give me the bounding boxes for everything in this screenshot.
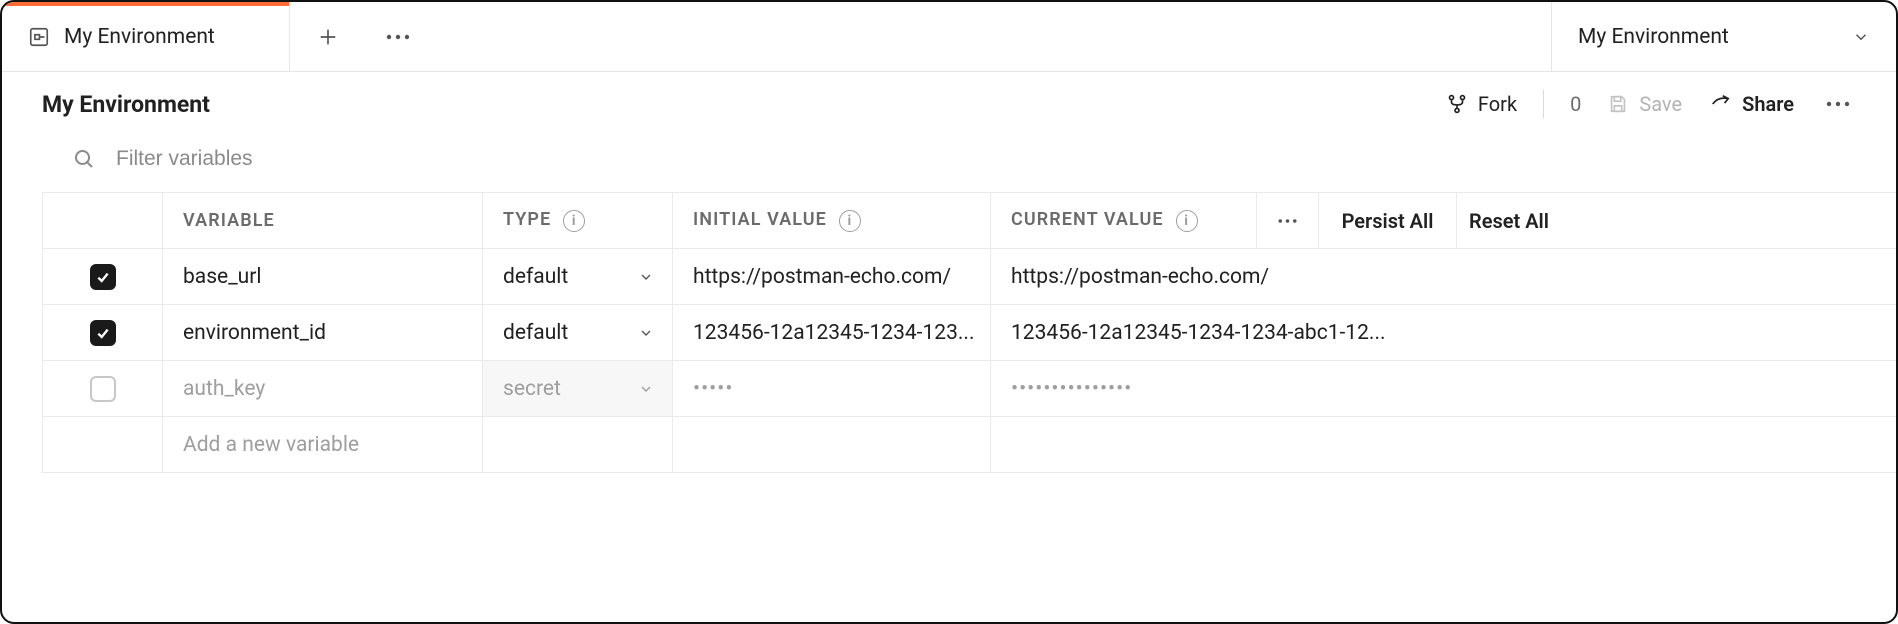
share-icon <box>1708 93 1732 115</box>
share-label: Share <box>1742 92 1794 116</box>
tabbar-actions <box>290 2 1551 71</box>
filter-input[interactable] <box>114 146 1856 172</box>
row-checkbox[interactable] <box>43 305 163 360</box>
header-initial: INITIAL VALUEi <box>673 193 991 248</box>
reset-all-button[interactable]: Reset All <box>1457 193 1896 248</box>
info-icon[interactable]: i <box>563 210 585 232</box>
table-row: auth_keysecret•••••••••••••••••••• <box>43 361 1896 417</box>
tab-label: My Environment <box>64 25 215 49</box>
variables-table: VARIABLE TYPEi INITIAL VALUEi CURRENT VA… <box>42 192 1896 473</box>
variable-name[interactable]: base_url <box>163 249 483 304</box>
new-variable-row[interactable]: Add a new variable <box>43 417 1896 473</box>
initial-value[interactable]: ••••• <box>673 361 991 416</box>
page-title: My Environment <box>42 91 1436 118</box>
header-type: TYPEi <box>483 193 673 248</box>
current-value[interactable]: https://postman-echo.com/ <box>991 249 1896 304</box>
info-icon[interactable]: i <box>1176 210 1198 232</box>
new-tab-button[interactable] <box>310 19 346 55</box>
initial-value[interactable]: https://postman-echo.com/ <box>673 249 991 304</box>
fork-count: 0 <box>1570 92 1581 116</box>
new-variable-placeholder[interactable]: Add a new variable <box>163 417 483 472</box>
tab-my-environment[interactable]: My Environment <box>2 2 290 71</box>
variable-name[interactable]: environment_id <box>163 305 483 360</box>
environment-selector[interactable]: My Environment <box>1551 2 1896 71</box>
info-icon[interactable]: i <box>839 210 861 232</box>
more-actions-button[interactable] <box>1820 86 1856 122</box>
environment-selector-label: My Environment <box>1578 25 1729 49</box>
type-dropdown[interactable]: secret <box>483 361 673 416</box>
share-button[interactable]: Share <box>1708 92 1794 116</box>
chevron-down-icon <box>1852 28 1870 46</box>
persist-all-button[interactable]: Persist All <box>1319 193 1457 248</box>
fork-label: Fork <box>1478 92 1517 116</box>
save-icon <box>1607 93 1629 115</box>
chevron-down-icon <box>638 381 654 397</box>
toolbar: My Environment Fork 0 Save <box>2 72 1896 136</box>
table-header: VARIABLE TYPEi INITIAL VALUEi CURRENT VA… <box>43 193 1896 249</box>
chevron-down-icon <box>638 325 654 341</box>
toolbar-actions: Fork 0 Save Share <box>1446 86 1856 122</box>
divider <box>1543 90 1544 118</box>
row-checkbox[interactable] <box>43 361 163 416</box>
environment-icon <box>28 26 50 48</box>
initial-value[interactable]: 123456-12a12345-1234-123... <box>673 305 991 360</box>
filter-row <box>2 136 1896 192</box>
table-row: environment_iddefault123456-12a12345-123… <box>43 305 1896 361</box>
save-button[interactable]: Save <box>1607 92 1682 116</box>
row-checkbox[interactable] <box>43 249 163 304</box>
fork-button[interactable]: Fork <box>1446 92 1517 116</box>
current-value[interactable]: ••••••••••••••• <box>991 361 1896 416</box>
header-current: CURRENT VALUEi <box>991 193 1257 248</box>
chevron-down-icon <box>638 269 654 285</box>
header-more-button[interactable] <box>1257 193 1319 248</box>
table-row: base_urldefaulthttps://postman-echo.com/… <box>43 249 1896 305</box>
header-checkbox <box>43 193 163 248</box>
app-window: My Environment My Environment My Environ… <box>0 0 1898 624</box>
current-value[interactable]: 123456-12a12345-1234-1234-abc1-12... <box>991 305 1896 360</box>
tab-options-button[interactable] <box>380 19 416 55</box>
tab-bar: My Environment My Environment <box>2 2 1896 72</box>
variable-name[interactable]: auth_key <box>163 361 483 416</box>
header-variable: VARIABLE <box>163 193 483 248</box>
save-label: Save <box>1639 92 1682 116</box>
type-dropdown[interactable]: default <box>483 305 673 360</box>
type-dropdown[interactable]: default <box>483 249 673 304</box>
fork-icon <box>1446 93 1468 115</box>
search-icon <box>72 147 96 171</box>
